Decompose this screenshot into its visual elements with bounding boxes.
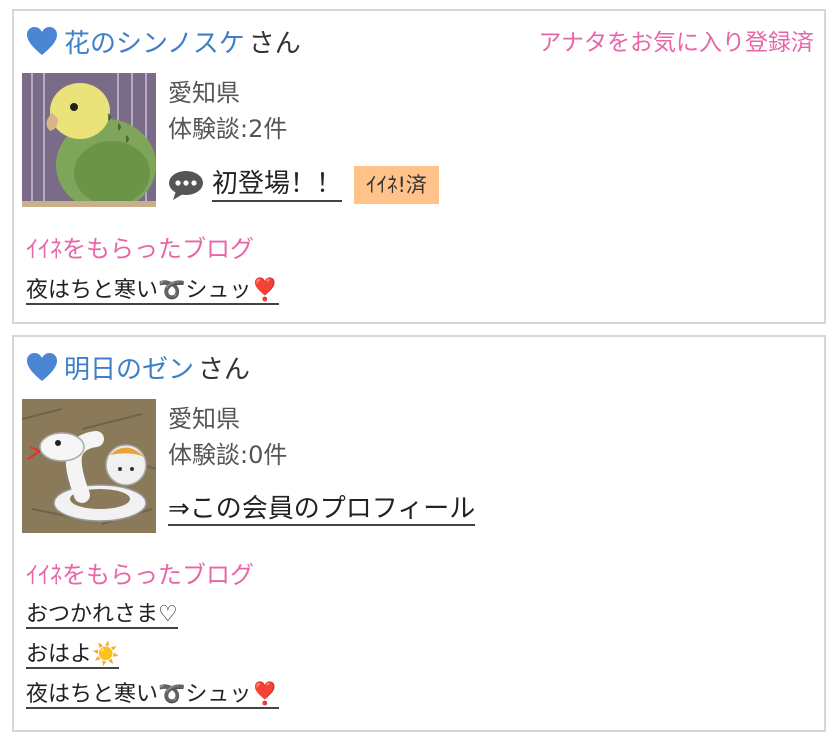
name-suffix: さん [198, 354, 251, 385]
avatar[interactable] [22, 399, 156, 533]
member-header: 明日のゼン さん [26, 347, 250, 387]
blog-link[interactable]: 夜はちと寒い➰シュッ❣️ [26, 682, 279, 709]
member-card: 花のシンノスケ さん アナタをお気に入り登録済 愛知県 体験談:2件 初登場！！… [12, 9, 826, 324]
member-info: 愛知県 体験談:2件 [168, 75, 287, 147]
member-card: 明日のゼン さん 愛知県 体験談:0件 ⇒この会員のプロフィール ｲｲﾈをもらっ… [12, 335, 826, 732]
blog-link[interactable]: おつかれさま♡ [26, 602, 178, 629]
profile-link[interactable]: ⇒この会員のプロフィール [168, 494, 476, 526]
comment-link[interactable]: 初登場！！ [212, 168, 343, 202]
experience-count: 体験談:2件 [168, 115, 288, 143]
list-item: 夜はちと寒い➰シュッ❣️ [26, 277, 279, 317]
blog-list: おつかれさま♡ おはよ☀️ 夜はちと寒い➰シュッ❣️ [26, 601, 279, 721]
blog-link[interactable]: 夜はちと寒い➰シュッ❣️ [26, 278, 279, 305]
blog-list: 夜はちと寒い➰シュッ❣️ [26, 277, 279, 317]
comment-row: 初登場！！ ｲｲﾈ!済 [168, 165, 439, 205]
list-item: 夜はちと寒い➰シュッ❣️ [26, 681, 279, 721]
name-suffix: さん [248, 28, 301, 59]
profile-link-wrap: ⇒この会員のプロフィール [168, 493, 476, 526]
avatar[interactable] [22, 73, 156, 207]
speech-bubble-icon [169, 171, 203, 200]
list-item: おつかれさま♡ [26, 601, 279, 641]
list-item: おはよ☀️ [26, 641, 279, 681]
snake-toy-photo [22, 399, 156, 533]
experience-count: 体験談:0件 [168, 441, 288, 469]
member-header: 花のシンノスケ さん [26, 21, 301, 61]
parakeet-photo [22, 73, 156, 207]
heart-icon [27, 353, 57, 381]
favorite-status: アナタをお気に入り登録済 [538, 30, 814, 56]
prefecture: 愛知県 [168, 405, 240, 433]
iine-done-badge: ｲｲﾈ!済 [354, 166, 439, 204]
blog-section-title: ｲｲﾈをもらったブログ [26, 561, 254, 589]
prefecture: 愛知県 [168, 79, 240, 107]
blog-link[interactable]: おはよ☀️ [26, 642, 120, 669]
member-name-link[interactable]: 花のシンノスケ [64, 23, 245, 60]
blog-section-title: ｲｲﾈをもらったブログ [26, 235, 254, 263]
member-name-link[interactable]: 明日のゼン [64, 349, 194, 386]
member-info: 愛知県 体験談:0件 [168, 401, 287, 473]
heart-icon [27, 27, 57, 55]
